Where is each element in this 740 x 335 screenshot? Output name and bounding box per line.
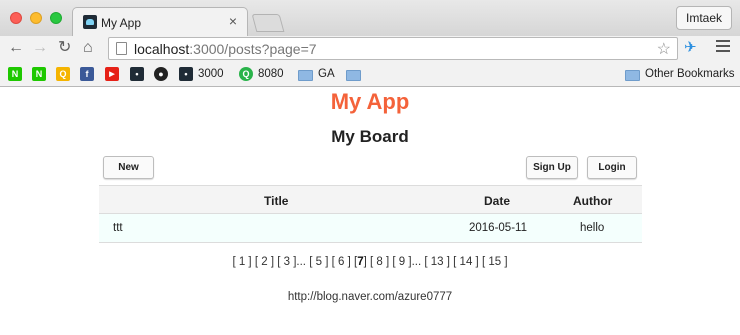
bookmark-label: GA [318, 68, 335, 80]
url-host: localhost [134, 41, 190, 57]
app-title[interactable]: My App [0, 89, 740, 115]
bookmark-item[interactable]: N [32, 66, 46, 82]
other-bookmarks[interactable]: Other Bookmarks [625, 66, 734, 82]
page-link-14[interactable]: [ 14 ] [453, 256, 479, 268]
hamburger-menu-icon[interactable] [716, 40, 730, 55]
url-path: :3000/posts?page=7 [189, 41, 317, 57]
page-link-15[interactable]: [ 15 ] [482, 256, 508, 268]
table-row[interactable]: ttt 2016-05-11 hello [99, 214, 642, 243]
profile-button[interactable]: Imtaek [675, 6, 732, 30]
youtube-icon: ▶ [105, 67, 119, 81]
new-tab-button[interactable] [251, 14, 285, 32]
refresh-green-icon: Q [239, 67, 253, 81]
page-link-13[interactable]: [ 13 ] [424, 256, 450, 268]
bookmark-folder-ga[interactable]: GA [298, 66, 335, 82]
other-bookmarks-label: Other Bookmarks [645, 68, 735, 80]
column-header-date: Date [484, 194, 511, 208]
bookmark-item-3000[interactable]: • 3000 [179, 66, 224, 82]
pagination: [ 1 ] [ 2 ] [ 3 ]... [ 5 ] [ 6 ] [7] [ 8… [0, 256, 740, 268]
minimize-window-button[interactable] [30, 12, 42, 24]
browser-tab[interactable]: My App × [72, 7, 248, 37]
column-header-author: Author [573, 194, 613, 208]
window-titlebar: My App × Imtaek [0, 0, 740, 37]
naver-icon: N [8, 67, 22, 81]
bookmark-item[interactable]: ▶ [105, 66, 119, 82]
url-text[interactable]: localhost:3000/posts?page=7 [134, 41, 317, 57]
bookmark-item-8080[interactable]: Q 8080 [239, 66, 284, 82]
home-icon[interactable]: ⌂ [83, 39, 93, 57]
extension-icon[interactable]: ✈ [684, 39, 704, 57]
page-bracket: ] [363, 256, 367, 268]
github-icon: ● [154, 67, 168, 81]
app-icon: • [130, 67, 144, 81]
folder-icon [346, 69, 361, 81]
page-icon [116, 42, 127, 55]
bookmarks-bar: N N Q f ▶ • ● • 3000 Q 8080 GA Other Bookm… [0, 62, 740, 87]
bookmark-item[interactable]: N [8, 66, 22, 82]
new-post-button[interactable]: New [103, 156, 154, 179]
browser-toolbar: ← → ↻ ⌂ localhost:3000/posts?page=7 ☆ ✈ [0, 36, 740, 62]
tab-close-icon[interactable]: × [229, 14, 237, 28]
bookmark-item[interactable]: • [130, 66, 144, 82]
app-favicon-icon [83, 15, 97, 29]
folder-icon [625, 69, 640, 81]
page-link-1[interactable]: [ 1 ] [232, 256, 251, 268]
footer-blog-link[interactable]: http://blog.naver.com/azure0777 [0, 291, 740, 303]
page-link-6[interactable]: [ 6 ] [332, 256, 351, 268]
bookmark-folder[interactable] [346, 66, 361, 82]
board-title: My Board [331, 127, 409, 146]
folder-icon [298, 69, 313, 81]
tab-title: My App [101, 16, 142, 30]
sign-up-button[interactable]: Sign Up [526, 156, 578, 179]
login-button[interactable]: Login [587, 156, 637, 179]
maximize-window-button[interactable] [50, 12, 62, 24]
page-ellipsis: ... [296, 256, 307, 268]
naver-icon: N [32, 67, 46, 81]
back-arrow-icon[interactable]: ← [8, 39, 24, 57]
forward-arrow-icon[interactable]: → [32, 39, 48, 57]
page-ellipsis: ... [411, 256, 422, 268]
app-icon: Q [56, 67, 70, 81]
page-content: My App My Board New Sign Up Login Title … [0, 88, 740, 335]
column-header-title: Title [264, 194, 289, 208]
post-date: 2016-05-11 [469, 222, 527, 234]
facebook-icon: f [80, 67, 94, 81]
page-link-8[interactable]: [ 8 ] [370, 256, 389, 268]
bookmark-item[interactable]: Q [56, 66, 70, 82]
bookmark-label: 3000 [198, 68, 224, 80]
posts-table: Title Date Author ttt 2016-05-11 hello [99, 185, 642, 243]
page-link-2[interactable]: [ 2 ] [255, 256, 274, 268]
app-favicon-icon: • [179, 67, 193, 81]
close-window-button[interactable] [10, 12, 22, 24]
page-link-9[interactable]: [ 9 ] [392, 256, 411, 268]
post-author: hello [580, 222, 605, 234]
page-link-5[interactable]: [ 5 ] [309, 256, 328, 268]
post-title[interactable]: ttt [113, 222, 123, 234]
page-link-3[interactable]: [ 3 ] [277, 256, 296, 268]
address-bar[interactable]: localhost:3000/posts?page=7 ☆ [108, 37, 678, 60]
bookmark-item[interactable]: ● [154, 66, 168, 82]
bookmark-star-icon[interactable]: ☆ [657, 39, 671, 59]
bookmark-label: 8080 [258, 68, 284, 80]
table-header: Title Date Author [99, 185, 642, 214]
reload-icon[interactable]: ↻ [58, 39, 71, 57]
bookmark-item[interactable]: f [80, 66, 94, 82]
